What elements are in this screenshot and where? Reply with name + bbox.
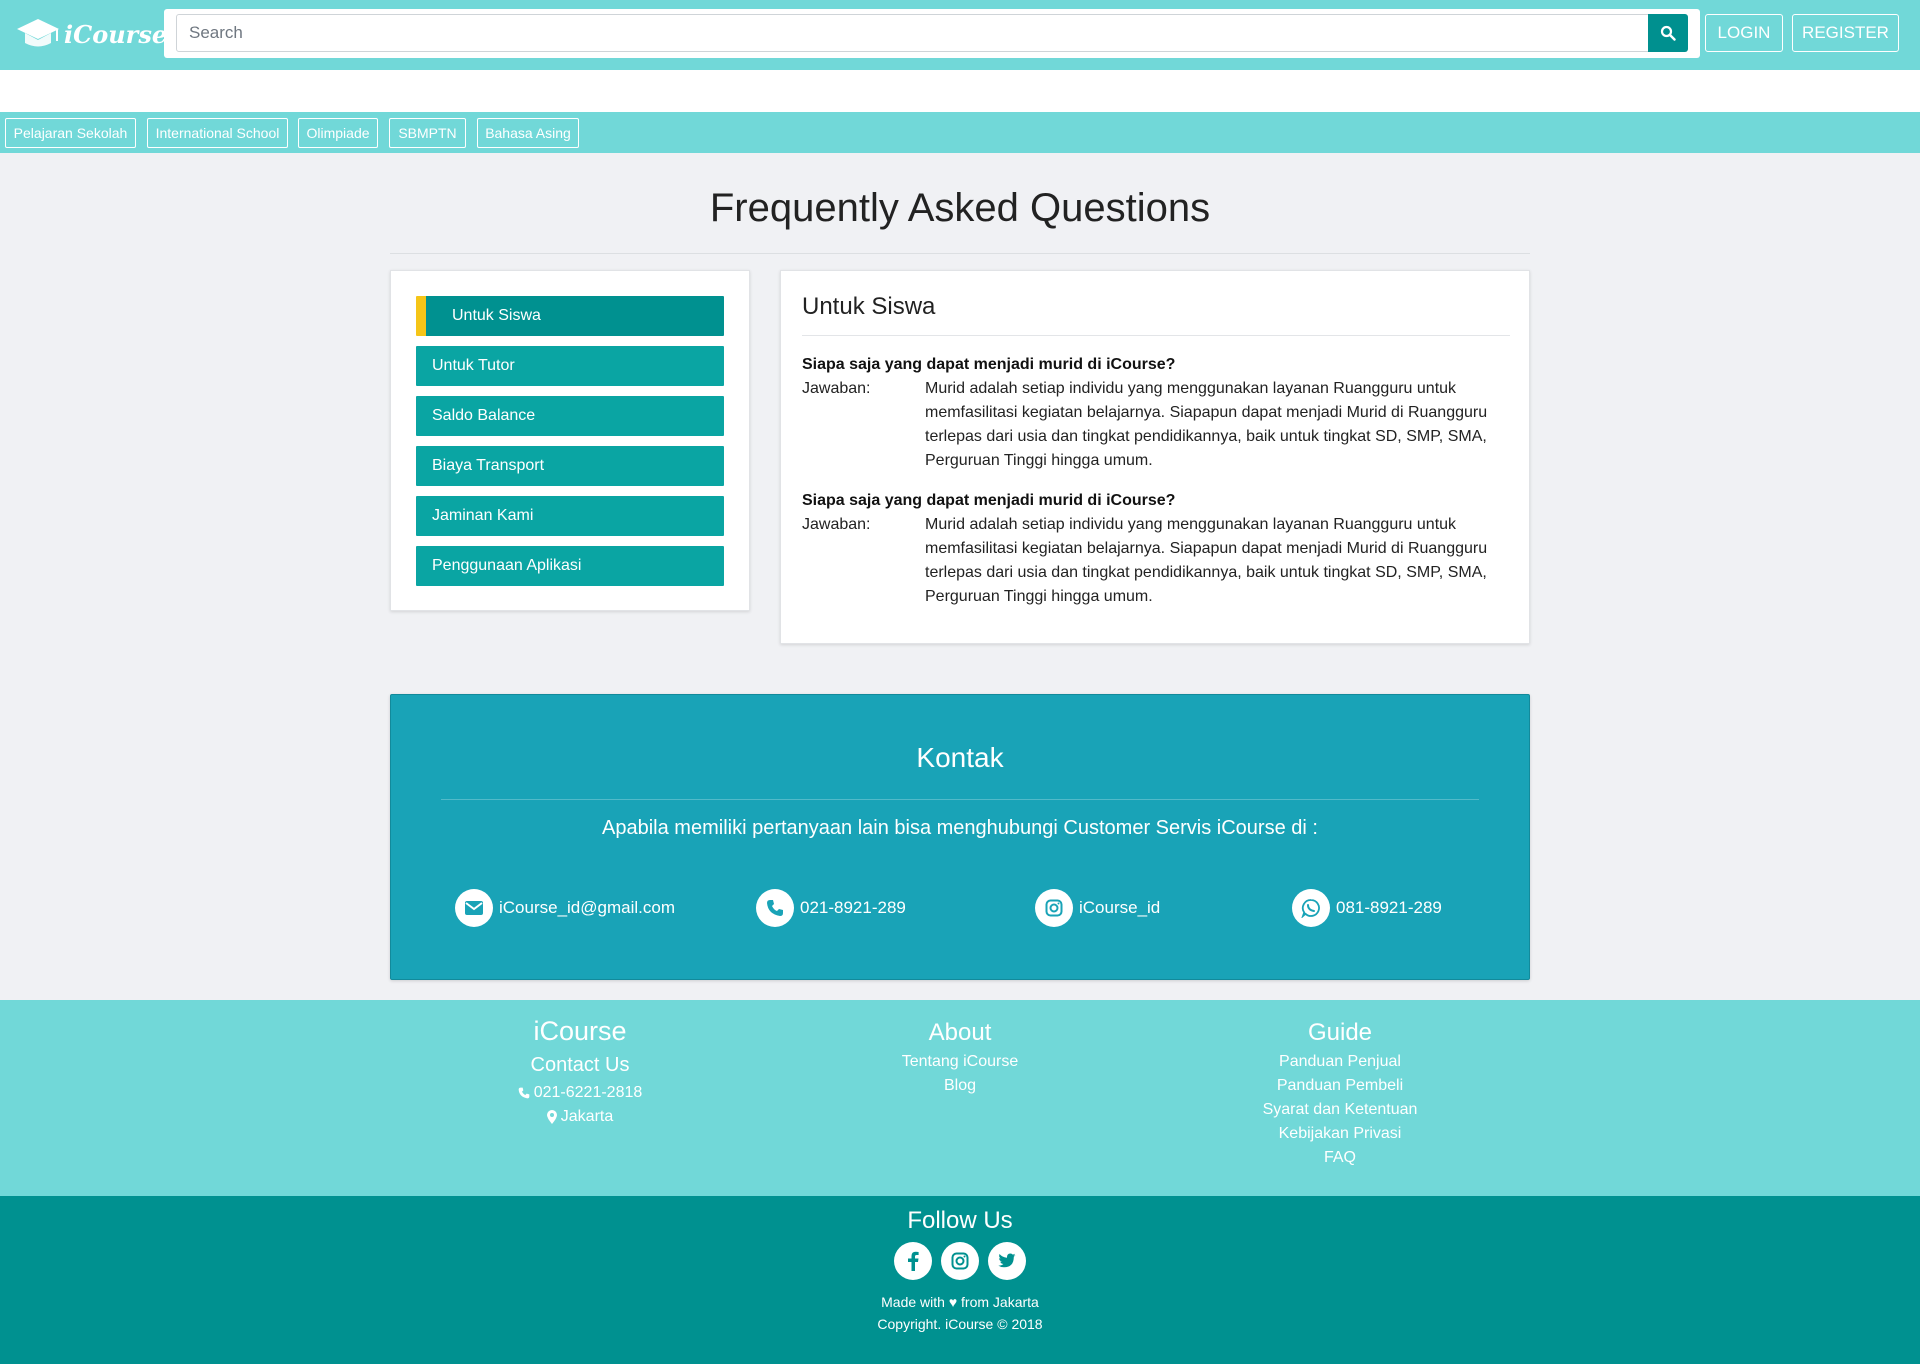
answer-label: Jawaban: xyxy=(802,516,871,533)
login-button[interactable]: LOGIN xyxy=(1705,14,1783,52)
phone-icon xyxy=(756,889,794,927)
answer-label: Jawaban: xyxy=(802,380,871,397)
instagram-icon xyxy=(951,1252,969,1270)
faq-menu: Untuk Siswa Untuk Tutor Saldo Balance Bi… xyxy=(390,270,750,611)
envelope-icon xyxy=(455,889,493,927)
category-sbmptn[interactable]: SBMPTN xyxy=(389,118,466,148)
faq-answer: Murid adalah setiap individu yang menggu… xyxy=(925,516,1488,605)
footer-city-text: Jakarta xyxy=(560,1108,614,1125)
faq-question: Siapa saja yang dapat menjadi murid di i… xyxy=(802,356,1176,373)
twitter-icon xyxy=(998,1253,1016,1268)
footer-guide-column: Guide Panduan Penjual Panduan Pembeli Sy… xyxy=(1190,1019,1490,1170)
contact-phone[interactable]: 021-8921-289 xyxy=(756,889,906,927)
faq-menu-biaya-transport[interactable]: Biaya Transport xyxy=(416,446,724,486)
whatsapp-text: 081-8921-289 xyxy=(1336,898,1442,917)
footer: iCourse Contact Us 021-6221-2818 Jakarta… xyxy=(0,1000,1920,1196)
faq-answer-row: Jawaban: Murid adalah setiap individu ya… xyxy=(802,513,1510,609)
graduation-cap-icon xyxy=(17,19,59,47)
contact-whatsapp[interactable]: 081-8921-289 xyxy=(1292,889,1442,927)
whatsapp-icon xyxy=(1292,889,1330,927)
category-international-school[interactable]: International School xyxy=(147,118,288,148)
logo[interactable]: iCourse xyxy=(16,14,167,54)
instagram-icon xyxy=(1035,889,1073,927)
faq-content: Untuk Siswa Siapa saja yang dapat menjad… xyxy=(780,270,1530,644)
instagram-text: iCourse_id xyxy=(1079,898,1161,917)
facebook-icon xyxy=(908,1251,919,1271)
search-button[interactable] xyxy=(1648,14,1688,52)
divider xyxy=(802,335,1510,336)
facebook-button[interactable] xyxy=(894,1242,932,1280)
top-navbar: iCourse LOGIN REGISTER xyxy=(0,0,1920,70)
faq-item: Siapa saja yang dapat menjadi murid di i… xyxy=(802,353,1510,473)
map-marker-icon xyxy=(546,1110,557,1124)
search-input[interactable] xyxy=(176,14,1664,52)
phone-text: 021-8921-289 xyxy=(800,898,906,917)
contact-instagram[interactable]: iCourse_id xyxy=(1035,889,1160,927)
faq-item: Siapa saja yang dapat menjadi murid di i… xyxy=(802,489,1510,609)
category-olimpiade[interactable]: Olimpiade xyxy=(298,118,378,148)
footer-contact-city: Jakarta xyxy=(430,1105,730,1129)
search-icon xyxy=(1660,25,1676,41)
logo-text: iCourse xyxy=(64,19,168,49)
faq-menu-penggunaan-aplikasi[interactable]: Penggunaan Aplikasi xyxy=(416,546,724,586)
faq-question: Siapa saja yang dapat menjadi murid di i… xyxy=(802,492,1176,509)
section-title: Untuk Siswa xyxy=(802,293,936,320)
footer-about-column: About Tentang iCourse Blog xyxy=(810,1019,1110,1098)
footer-link-panduan-penjual[interactable]: Panduan Penjual xyxy=(1190,1050,1490,1074)
footer-about-title: About xyxy=(928,1019,992,1046)
faq-menu-jaminan-kami[interactable]: Jaminan Kami xyxy=(416,496,724,536)
faq-menu-untuk-tutor[interactable]: Untuk Tutor xyxy=(416,346,724,386)
contact-panel: Kontak Apabila memiliki pertanyaan lain … xyxy=(390,694,1530,980)
footer-contact-phone: 021-6221-2818 xyxy=(430,1081,730,1105)
contact-email[interactable]: iCourse_id@gmail.com xyxy=(455,889,675,927)
footer-link-syarat[interactable]: Syarat dan Ketentuan xyxy=(1190,1098,1490,1122)
footer-phone-text: 021-6221-2818 xyxy=(533,1084,643,1101)
search-bar xyxy=(164,9,1700,58)
follow-title: Follow Us xyxy=(907,1207,1013,1234)
twitter-button[interactable] xyxy=(988,1242,1026,1280)
follow-section: Follow Us Made with ♥ from Jakarta Copyr… xyxy=(0,1196,1920,1364)
spacer-bar xyxy=(0,70,1920,112)
contact-title: Kontak xyxy=(916,742,1004,773)
footer-brand-column: iCourse Contact Us 021-6221-2818 Jakarta xyxy=(430,1016,730,1129)
divider xyxy=(390,253,1530,254)
footer-link-panduan-pembeli[interactable]: Panduan Pembeli xyxy=(1190,1074,1490,1098)
footer-guide-title: Guide xyxy=(1307,1019,1373,1046)
footer-link-blog[interactable]: Blog xyxy=(810,1074,1110,1098)
footer-link-kebijakan[interactable]: Kebijakan Privasi xyxy=(1190,1122,1490,1146)
divider xyxy=(441,799,1479,800)
footer-contact-title: Contact Us xyxy=(530,1054,630,1076)
footer-link-faq[interactable]: FAQ xyxy=(1190,1146,1490,1170)
footer-brand: iCourse xyxy=(533,1016,627,1046)
faq-menu-untuk-siswa[interactable]: Untuk Siswa xyxy=(416,296,724,336)
instagram-button[interactable] xyxy=(941,1242,979,1280)
made-with-text: Made with ♥ from Jakarta xyxy=(881,1294,1039,1310)
phone-icon xyxy=(518,1087,530,1099)
category-bahasa-asing[interactable]: Bahasa Asing xyxy=(477,118,579,148)
contact-description: Apabila memiliki pertanyaan lain bisa me… xyxy=(602,817,1318,839)
email-text: iCourse_id@gmail.com xyxy=(499,898,675,917)
category-bar: Pelajaran Sekolah International School O… xyxy=(0,112,1920,153)
register-button[interactable]: REGISTER xyxy=(1792,14,1899,52)
faq-menu-saldo-balance[interactable]: Saldo Balance xyxy=(416,396,724,436)
copyright-text: Copyright. iCourse © 2018 xyxy=(877,1316,1043,1332)
footer-link-tentang[interactable]: Tentang iCourse xyxy=(810,1050,1110,1074)
faq-answer-row: Jawaban: Murid adalah setiap individu ya… xyxy=(802,377,1510,473)
page-title: Frequently Asked Questions xyxy=(709,186,1211,230)
category-pelajaran-sekolah[interactable]: Pelajaran Sekolah xyxy=(5,118,136,148)
faq-answer: Murid adalah setiap individu yang menggu… xyxy=(925,380,1488,469)
